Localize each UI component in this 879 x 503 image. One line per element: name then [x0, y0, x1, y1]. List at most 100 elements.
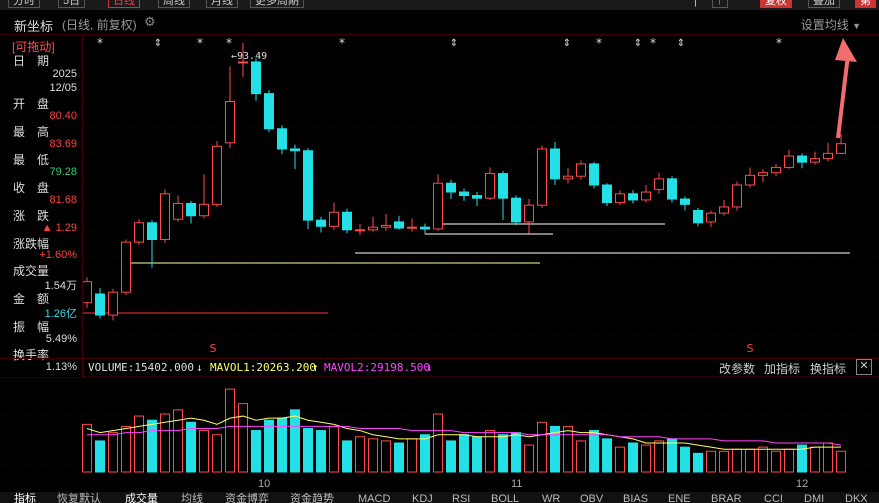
- volume-bar: [758, 446, 768, 473]
- tab-ma[interactable]: 均线: [181, 494, 203, 503]
- signal-updown-icon: ⇕: [634, 38, 642, 49]
- candle-body: [355, 229, 365, 232]
- signal-s-icon: S: [210, 342, 217, 355]
- tab-dmi[interactable]: DMI: [804, 494, 824, 503]
- volume-bar: [667, 438, 677, 473]
- volume-bar: [446, 440, 456, 473]
- info-value-low: 79.28: [49, 166, 77, 178]
- tab-indicators[interactable]: 指标: [14, 494, 36, 503]
- volume-bar: [576, 440, 586, 473]
- volume-bar: [342, 440, 352, 473]
- candle-body: [316, 219, 326, 227]
- tab-cci[interactable]: CCI: [764, 494, 783, 503]
- signal-updown-icon: ⇕: [154, 38, 162, 49]
- tab-capital-game[interactable]: 资金博弈: [225, 494, 269, 503]
- tab-restore-default[interactable]: 恢复默认: [57, 494, 101, 503]
- candle-body: [771, 166, 781, 174]
- volume-bar: [641, 444, 651, 473]
- info-value-amplitude: 5.49%: [45, 333, 77, 345]
- tab-brar[interactable]: BRAR: [711, 494, 742, 503]
- volume-bar: [459, 434, 469, 473]
- candle-body: [186, 202, 196, 217]
- signal-s-icon: S: [747, 342, 754, 355]
- info-label-high: 最 高: [13, 125, 50, 139]
- signal-updown-icon: ⇕: [563, 38, 571, 49]
- volume-bar: [134, 415, 144, 473]
- volume-bar: [173, 409, 183, 473]
- down-arrow-icon: ↓: [196, 361, 203, 374]
- kline-chart[interactable]: * * * * * * * ⇕ ⇕ ⇕ ⇕ ⇕ S S: [0, 0, 879, 503]
- highlight-arrow-icon: [836, 54, 850, 139]
- tab-boll[interactable]: BOLL: [491, 494, 519, 503]
- candle-body: [654, 178, 664, 190]
- candle-body: [459, 191, 469, 197]
- info-label-open: 开 盘: [13, 97, 50, 111]
- candle-body: [212, 145, 222, 205]
- candle-body: [472, 195, 482, 199]
- volume-bar: [732, 448, 742, 473]
- candle-body: [134, 222, 144, 243]
- tab-dkx[interactable]: DKX: [845, 494, 868, 503]
- volume-bar: [420, 434, 430, 473]
- candle-body: [706, 212, 716, 223]
- add-indicator-button[interactable]: 加指标: [764, 360, 800, 377]
- candle-body: [693, 209, 703, 224]
- candle-body: [641, 191, 651, 201]
- candle-body: [576, 163, 586, 177]
- volume-bar: [355, 436, 365, 473]
- signal-star-icon: *: [97, 36, 103, 50]
- tab-kdj[interactable]: KDJ: [412, 494, 433, 503]
- mavol1-readout: MAVOL1:20263.200: [210, 361, 316, 374]
- candle-body: [758, 172, 768, 176]
- signal-star-icon: *: [596, 36, 602, 50]
- indicator-tabs: 指标 恢复默认 成交量 均线 资金博弈 资金趋势 MACD KDJ RSI BO…: [0, 492, 879, 503]
- volume-bar: [186, 421, 196, 473]
- info-value-volume: 1.54万: [44, 280, 77, 292]
- candle-body: [823, 152, 833, 160]
- volume-bar: [498, 434, 508, 473]
- tab-macd[interactable]: MACD: [358, 494, 390, 503]
- switch-indicator-button[interactable]: 换指标: [810, 360, 846, 377]
- candle-body: [303, 150, 313, 221]
- tab-bias[interactable]: BIAS: [623, 494, 648, 503]
- info-value-monthday: 12/05: [49, 82, 77, 94]
- volume-bar: [316, 430, 326, 473]
- volume-bar: [108, 432, 118, 473]
- up-arrow-icon: ↑: [312, 361, 319, 374]
- volume-bar: [381, 440, 391, 473]
- down-arrow-icon: ↓: [426, 361, 433, 374]
- tab-volume[interactable]: 成交量: [125, 494, 158, 503]
- candle-body: [225, 101, 235, 144]
- tab-rsi[interactable]: RSI: [452, 494, 470, 503]
- tab-ene[interactable]: ENE: [668, 494, 691, 503]
- candle-body: [537, 148, 547, 206]
- candle-body: [589, 163, 599, 186]
- info-value-year: 2025: [52, 68, 77, 80]
- candle-body: [381, 224, 391, 228]
- candle-body: [108, 291, 118, 316]
- candle-body: [745, 174, 755, 186]
- info-label-date: 日 期: [13, 54, 50, 68]
- candle-body: [160, 193, 170, 240]
- volume-bar: [199, 430, 209, 473]
- candle-body: [82, 281, 92, 304]
- tab-obv[interactable]: OBV: [580, 494, 603, 503]
- tab-capital-trend[interactable]: 资金趋势: [290, 494, 334, 503]
- candle-body: [719, 206, 729, 214]
- edit-params-button[interactable]: 改参数: [719, 360, 755, 377]
- candle-body: [602, 184, 612, 204]
- volume-bar: [511, 432, 521, 473]
- candle-body: [667, 178, 677, 200]
- candle-body: [407, 226, 417, 229]
- mavol2-readout: MAVOL2:29198.500: [324, 361, 430, 374]
- candle-body: [394, 221, 404, 229]
- volume-bar: [745, 448, 755, 473]
- candle-body: [446, 182, 456, 193]
- volume-bar: [836, 450, 846, 473]
- volume-bar: [290, 409, 300, 473]
- tab-wr[interactable]: WR: [542, 494, 560, 503]
- quote-info-panel[interactable]: [可拖动] 日 期 2025 12/05 开 盘 80.40 最 高 83.69…: [0, 35, 83, 377]
- candle-body: [485, 173, 495, 199]
- volume-bar: [264, 419, 274, 473]
- close-icon[interactable]: ✕: [856, 359, 872, 375]
